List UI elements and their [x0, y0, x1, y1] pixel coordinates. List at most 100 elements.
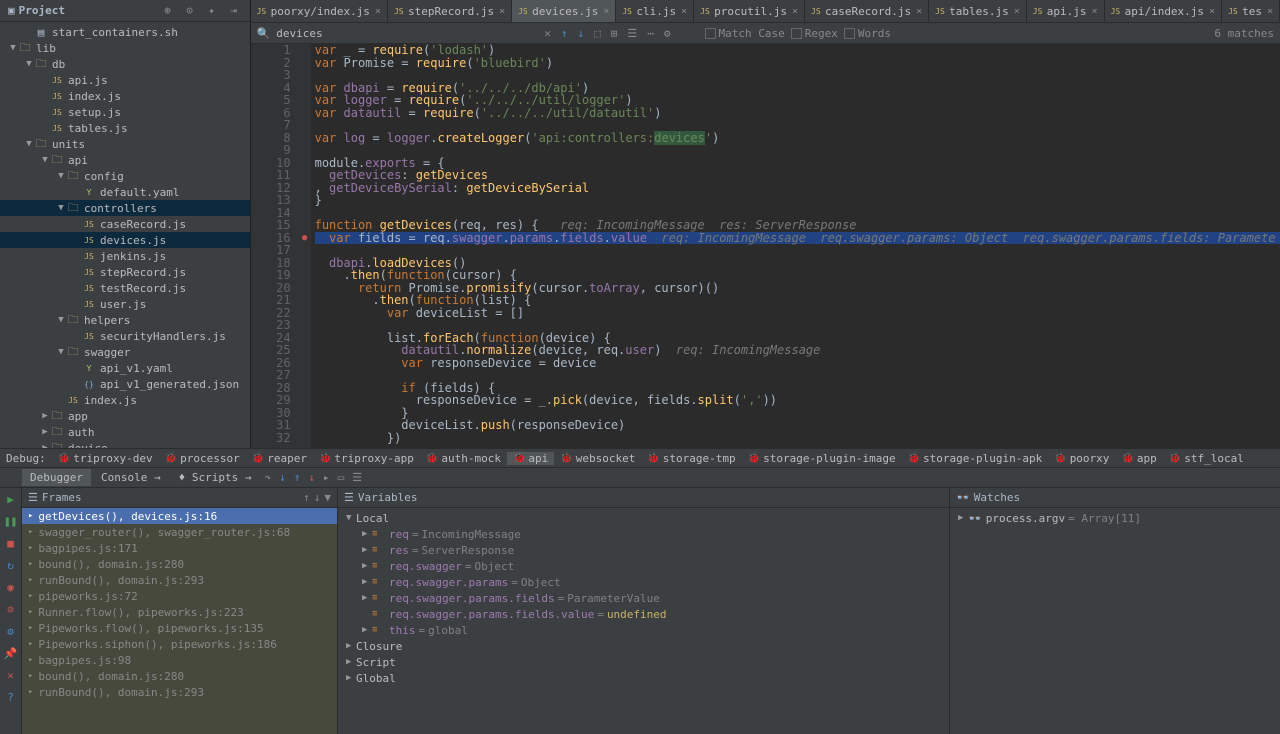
tree-item[interactable]: Ydefault.yaml: [0, 184, 250, 200]
stack-frame[interactable]: ▸Pipeworks.siphon(), pipeworks.js:186: [22, 636, 337, 652]
evaluate-icon[interactable]: ▭: [335, 471, 348, 484]
tree-item[interactable]: JSuser.js: [0, 296, 250, 312]
words-option[interactable]: Words: [844, 27, 891, 40]
project-tree[interactable]: ▤start_containers.sh▼🗀lib▼🗀dbJSapi.jsJSi…: [0, 22, 250, 448]
resume-icon[interactable]: ▶: [4, 492, 18, 506]
tree-item[interactable]: {}api_v1_generated.json: [0, 376, 250, 392]
tree-item[interactable]: JSjenkins.js: [0, 248, 250, 264]
debug-config[interactable]: 🐞api: [507, 452, 554, 465]
tab-debugger[interactable]: Debugger: [22, 469, 91, 486]
help-icon[interactable]: ?: [4, 690, 18, 704]
tree-item[interactable]: JSindex.js: [0, 392, 250, 408]
stack-frame[interactable]: ▸getDevices(), devices.js:16: [22, 508, 337, 524]
tree-item[interactable]: JSstepRecord.js: [0, 264, 250, 280]
close-debug-icon[interactable]: ✕: [4, 668, 18, 682]
stack-frame[interactable]: ▸bagpipes.js:171: [22, 540, 337, 556]
clear-icon[interactable]: ✕: [542, 27, 553, 40]
debug-config[interactable]: 🐞processor: [159, 452, 246, 465]
restart-icon[interactable]: ↻: [4, 558, 18, 572]
debug-config[interactable]: 🐞reaper: [246, 452, 313, 465]
debug-config[interactable]: 🐞triproxy-app: [313, 452, 420, 465]
stack-frame[interactable]: ▸bagpipes.js:98: [22, 652, 337, 668]
search-input[interactable]: [276, 27, 536, 40]
tab-scripts[interactable]: ♦ Scripts →: [171, 469, 260, 486]
tree-item[interactable]: JSsetup.js: [0, 104, 250, 120]
stack-frame[interactable]: ▸runBound(), domain.js:293: [22, 572, 337, 588]
mute-breakpoints-icon[interactable]: ⊘: [4, 602, 18, 616]
tree-item[interactable]: ▶🗀app: [0, 408, 250, 424]
variable-row[interactable]: ▶≡req.swagger.params.fields=ParameterVal…: [338, 590, 949, 606]
regex-option[interactable]: Regex: [791, 27, 838, 40]
locate-icon[interactable]: ⊙: [182, 3, 198, 19]
stack-frame[interactable]: ▸bound(), domain.js:280: [22, 668, 337, 684]
select-all-icon[interactable]: ⬚: [592, 27, 603, 40]
match-case-option[interactable]: Match Case: [705, 27, 785, 40]
close-tab-icon[interactable]: ×: [1267, 6, 1273, 17]
frame-up-icon[interactable]: ↑: [303, 491, 310, 504]
variable-row[interactable]: ▶Closure: [338, 638, 949, 654]
variable-row[interactable]: ▶≡this=global: [338, 622, 949, 638]
tree-item[interactable]: ▼🗀helpers: [0, 312, 250, 328]
filter-icon[interactable]: ☰: [625, 27, 639, 40]
close-tab-icon[interactable]: ×: [1014, 6, 1020, 17]
tree-item[interactable]: JSapi.js: [0, 72, 250, 88]
close-tab-icon[interactable]: ×: [681, 6, 687, 17]
collapse-icon[interactable]: ⊕: [160, 3, 176, 19]
variable-row[interactable]: ▶≡req=IncomingMessage: [338, 526, 949, 542]
threads-icon[interactable]: ☰: [28, 491, 38, 504]
stack-frame[interactable]: ▸runBound(), domain.js:293: [22, 684, 337, 700]
tree-item[interactable]: Yapi_v1.yaml: [0, 360, 250, 376]
editor-tab[interactable]: JSpoorxy/index.js×: [251, 0, 388, 22]
variable-row[interactable]: ▶≡req.swagger=Object: [338, 558, 949, 574]
tree-item[interactable]: JSsecurityHandlers.js: [0, 328, 250, 344]
close-tab-icon[interactable]: ×: [916, 6, 922, 17]
debug-config[interactable]: 🐞storage-plugin-image: [742, 452, 902, 465]
tree-item[interactable]: ▤start_containers.sh: [0, 24, 250, 40]
tree-item[interactable]: ▼🗀db: [0, 56, 250, 72]
frame-filter-icon[interactable]: ▼: [324, 491, 331, 504]
close-tab-icon[interactable]: ×: [1209, 6, 1215, 17]
tree-item[interactable]: ▶🗀device: [0, 440, 250, 448]
close-tab-icon[interactable]: ×: [375, 6, 381, 17]
tree-item[interactable]: ▼🗀units: [0, 136, 250, 152]
debug-config[interactable]: 🐞auth-mock: [420, 452, 507, 465]
more-icon[interactable]: ⋯: [645, 27, 656, 40]
tree-item[interactable]: JSdevices.js: [0, 232, 250, 248]
debug-config[interactable]: 🐞stf_local: [1163, 452, 1250, 465]
variable-row[interactable]: ≡req.swagger.params.fields.value=undefin…: [338, 606, 949, 622]
close-tab-icon[interactable]: ×: [792, 6, 798, 17]
variable-row[interactable]: ▶Script: [338, 654, 949, 670]
step-into-icon[interactable]: ↓: [276, 471, 289, 484]
tree-item[interactable]: JStestRecord.js: [0, 280, 250, 296]
stack-frame[interactable]: ▸Pipeworks.flow(), pipeworks.js:135: [22, 620, 337, 636]
stack-frame[interactable]: ▸swagger_router(), swagger_router.js:68: [22, 524, 337, 540]
debug-config[interactable]: 🐞websocket: [554, 452, 641, 465]
editor-tab[interactable]: JScaseRecord.js×: [805, 0, 929, 22]
stack-frame[interactable]: ▸Runner.flow(), pipeworks.js:223: [22, 604, 337, 620]
settings-debug-icon[interactable]: ⚙: [4, 624, 18, 638]
editor-tab[interactable]: JSapi.js×: [1027, 0, 1105, 22]
force-step-icon[interactable]: ↓: [305, 471, 318, 484]
tree-item[interactable]: JSindex.js: [0, 88, 250, 104]
tree-item[interactable]: ▼🗀api: [0, 152, 250, 168]
add-selection-icon[interactable]: ⊞: [609, 27, 620, 40]
editor-tab[interactable]: JScli.js×: [616, 0, 694, 22]
gear-icon[interactable]: ⚙: [662, 27, 673, 40]
editor-tab[interactable]: JStables.js×: [929, 0, 1027, 22]
close-tab-icon[interactable]: ×: [1092, 6, 1098, 17]
view-breakpoints-icon[interactable]: ◉: [4, 580, 18, 594]
variable-row[interactable]: ▶≡req.swagger.params=Object: [338, 574, 949, 590]
prev-match-icon[interactable]: ↑: [559, 27, 570, 40]
stack-frame[interactable]: ▸bound(), domain.js:280: [22, 556, 337, 572]
tree-item[interactable]: ▼🗀controllers: [0, 200, 250, 216]
variable-row[interactable]: ▶≡res=ServerResponse: [338, 542, 949, 558]
variable-row[interactable]: ▶Global: [338, 670, 949, 686]
pause-icon[interactable]: ❚❚: [4, 514, 18, 528]
close-tab-icon[interactable]: ×: [499, 6, 505, 17]
pin-icon[interactable]: 📌: [4, 646, 18, 660]
tree-item[interactable]: JScaseRecord.js: [0, 216, 250, 232]
editor-tab[interactable]: JStes×: [1222, 0, 1280, 22]
more-debug-icon[interactable]: ☰: [349, 471, 365, 484]
stop-icon[interactable]: ■: [4, 536, 18, 550]
editor-tab[interactable]: JSdevices.js×: [512, 0, 616, 22]
